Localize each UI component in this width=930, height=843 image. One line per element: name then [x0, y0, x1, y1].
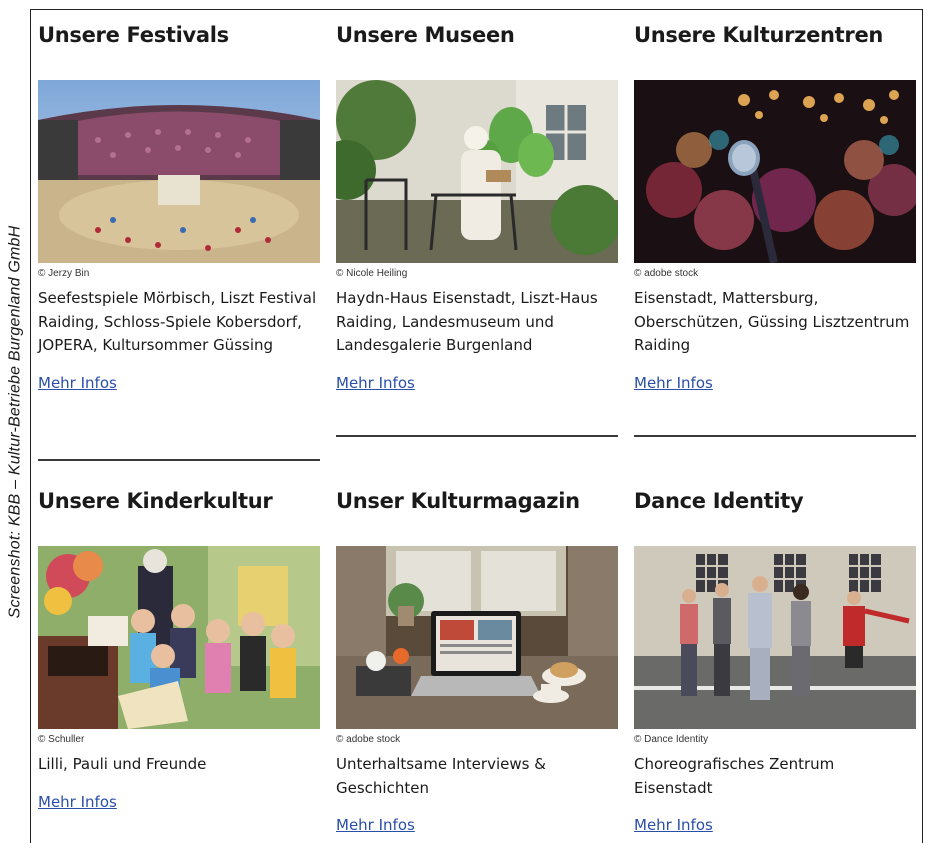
divider — [336, 435, 618, 437]
card-title: Dance Identity — [634, 489, 804, 513]
card-description: Unterhaltsame Interviews & Geschichten — [336, 755, 546, 797]
card-title: Unsere Festivals — [38, 23, 229, 47]
card-dance-identity: Dance Identity © Dance Identity Choreogr… — [634, 486, 916, 835]
festival-stage-image[interactable] — [38, 80, 320, 263]
more-info-link-festivals[interactable]: Mehr Infos — [38, 374, 117, 392]
museum-garden-image[interactable] — [336, 80, 618, 263]
card-description: Lilli, Pauli und Freunde — [38, 755, 207, 773]
card-description: Choreografisches Zentrum Eisenstadt — [634, 755, 835, 797]
card-festivals: Unsere Festivals © Jerzy Bin Seefestspie… — [38, 20, 320, 393]
laptop-breakfast-image[interactable] — [336, 546, 618, 729]
screenshot-credit: Screenshot: KBB – Kultur-Betriebe Burgen… — [6, 225, 24, 618]
card-description: Eisenstadt, Mattersburg, Oberschützen, G… — [634, 289, 910, 354]
card-description: Seefestspiele Mörbisch, Liszt Festival R… — [38, 289, 317, 354]
card-kulturzentren: Unsere Kulturzentren © adobe stock Eisen… — [634, 20, 916, 393]
festival-stage-image-art — [38, 80, 320, 263]
more-info-link-dance-identity[interactable]: Mehr Infos — [634, 816, 713, 834]
more-info-link-kulturzentren[interactable]: Mehr Infos — [634, 374, 713, 392]
more-info-link-museen[interactable]: Mehr Infos — [336, 374, 415, 392]
card-title: Unsere Kulturzentren — [634, 23, 884, 47]
laptop-breakfast-image-art — [336, 546, 618, 729]
image-credit: © Jerzy Bin — [38, 268, 90, 279]
card-title: Unser Kulturmagazin — [336, 489, 580, 513]
more-info-link-kinderkultur[interactable]: Mehr Infos — [38, 793, 117, 811]
children-group-image-art — [38, 546, 320, 729]
microphone-stage-image-art — [634, 80, 916, 263]
image-credit: © adobe stock — [634, 268, 699, 279]
image-credit: © adobe stock — [336, 734, 401, 745]
microphone-stage-image[interactable] — [634, 80, 916, 263]
image-credit: © Dance Identity — [634, 734, 709, 745]
image-credit: © Nicole Heiling — [336, 268, 408, 279]
divider — [38, 459, 320, 461]
card-kulturmagazin: Unser Kulturmagazin © adobe stock Unterh… — [336, 486, 618, 835]
dancers-street-image-art — [634, 546, 916, 729]
card-museen: Unsere Museen © Nicole Heiling Haydn-Hau… — [336, 20, 618, 393]
dancers-street-image[interactable] — [634, 546, 916, 729]
museum-garden-image-art — [336, 80, 618, 263]
card-kinderkultur: Unsere Kinderkultur © Schuller Lilli, Pa… — [38, 486, 320, 812]
more-info-link-kulturmagazin[interactable]: Mehr Infos — [336, 816, 415, 834]
card-description: Haydn-Haus Eisenstadt, Liszt-Haus Raidin… — [336, 289, 598, 354]
divider — [634, 435, 916, 437]
children-group-image[interactable] — [38, 546, 320, 729]
card-title: Unsere Kinderkultur — [38, 489, 273, 513]
image-credit: © Schuller — [38, 734, 85, 745]
card-title: Unsere Museen — [336, 23, 515, 47]
